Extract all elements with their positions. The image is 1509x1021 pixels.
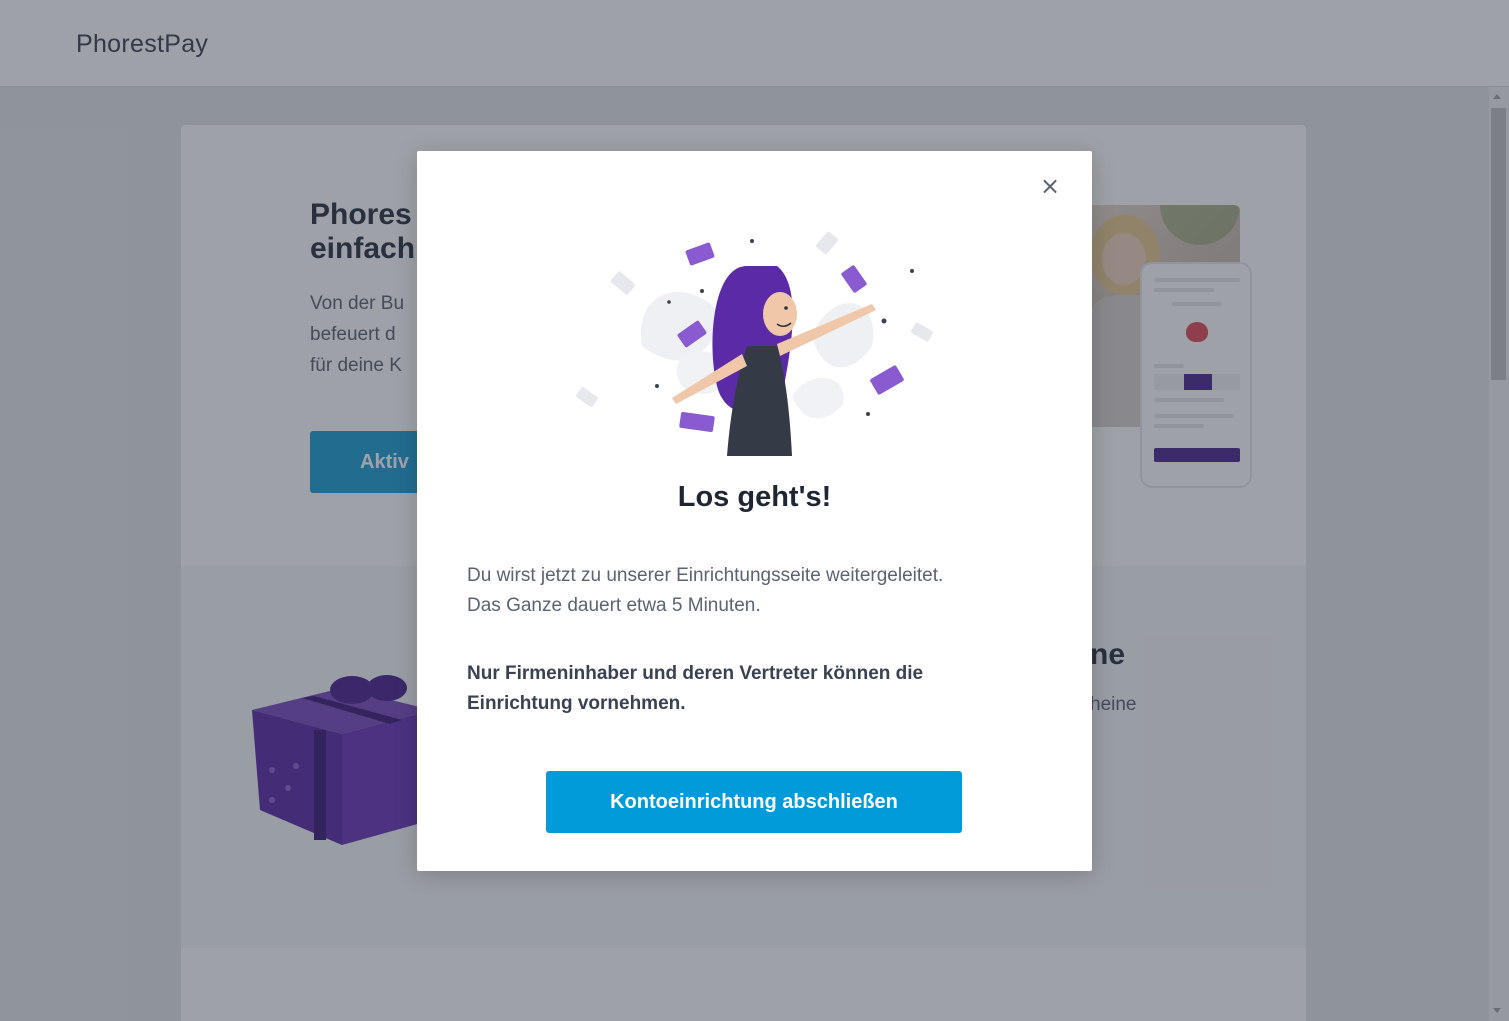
modal-description: Du wirst jetzt zu unserer Einrichtungsse…: [467, 561, 1057, 621]
modal-text-line-2: Das Ganze dauert etwa 5 Minuten.: [467, 595, 761, 616]
complete-account-setup-button[interactable]: Kontoeinrichtung abschließen: [546, 771, 962, 833]
modal-warning-line-1: Nur Firmeninhaber und deren Vertreter kö…: [467, 663, 924, 684]
modal-text-line-1: Du wirst jetzt zu unserer Einrichtungsse…: [467, 565, 944, 586]
celebration-illustration: [576, 231, 933, 456]
setup-modal: × Los geht's! Du wirst jetzt zu unserer …: [417, 151, 1092, 871]
modal-title: Los geht's!: [677, 481, 832, 513]
close-icon[interactable]: ×: [1037, 173, 1063, 199]
modal-warning: Nur Firmeninhaber und deren Vertreter kö…: [467, 659, 1057, 719]
modal-warning-line-2: Einrichtung vornehmen.: [467, 693, 686, 714]
